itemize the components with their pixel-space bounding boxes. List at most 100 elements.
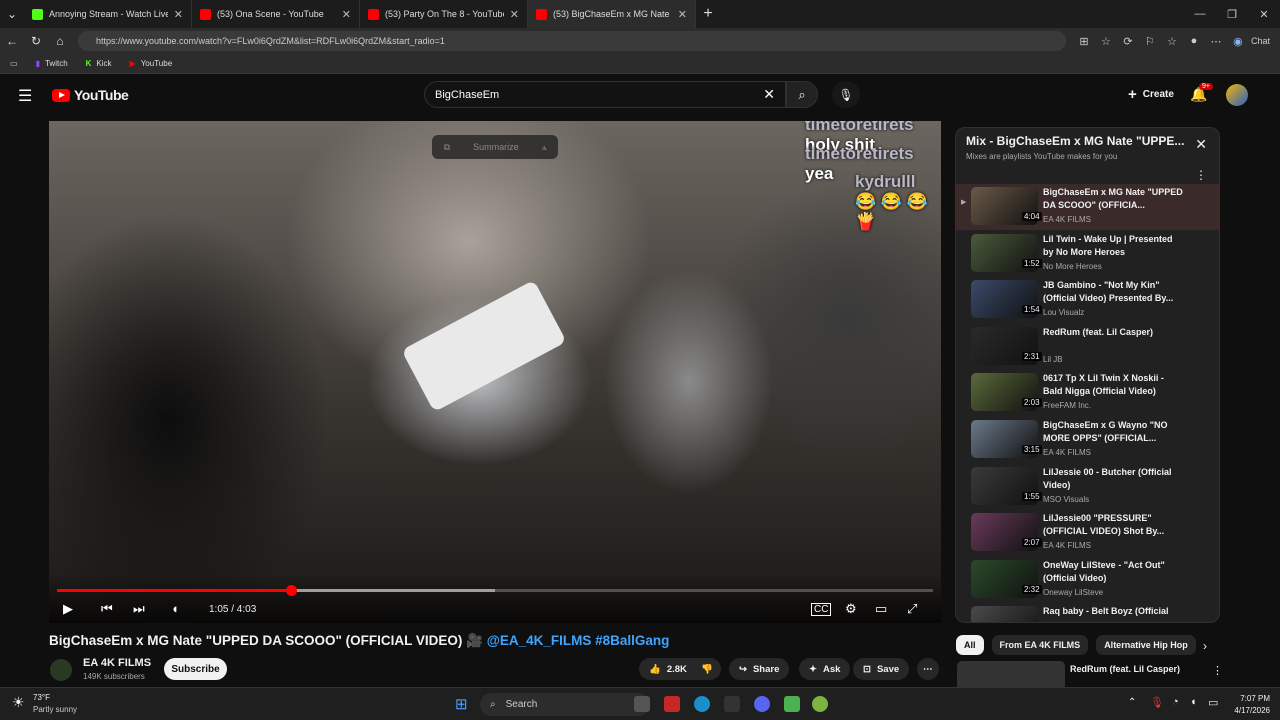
playlist-item[interactable]: 1:54 JB Gambino - "Not My Kin" (Official … xyxy=(956,277,1219,323)
tab-list-icon[interactable]: ⌄ xyxy=(0,2,24,26)
channel-name[interactable]: EA 4K FILMS xyxy=(83,657,151,669)
copilot-icon[interactable]: ◉ xyxy=(1229,35,1247,48)
captions-icon[interactable]: CC xyxy=(811,603,832,616)
app-icon[interactable] xyxy=(784,696,800,712)
like-button[interactable]: 👍 2.8K xyxy=(639,658,697,680)
search-button[interactable]: ⌕ xyxy=(786,81,818,108)
more-icon[interactable]: ⋯ xyxy=(1207,35,1225,48)
system-clock[interactable]: 7:07 PM 4/17/2026 xyxy=(1234,693,1270,717)
windows-start-icon[interactable]: ⊞ xyxy=(455,695,468,713)
playlist-item-title[interactable]: LilJessie00 "PRESSURE" (OFFICIAL VIDEO) … xyxy=(1043,512,1183,538)
video-title-tags[interactable]: @EA_4K_FILMS #8BallGang xyxy=(487,633,670,648)
url-field[interactable]: https://www.youtube.com/watch?v=FLw0i6Qr… xyxy=(78,31,1066,51)
close-playlist-icon[interactable]: ✕ xyxy=(1195,136,1207,153)
favorite-star-icon[interactable]: ☆ xyxy=(1097,35,1115,48)
settings-icon[interactable]: ⚙ xyxy=(845,601,857,617)
back-icon[interactable]: ← xyxy=(0,29,24,53)
tray-chevron-icon[interactable]: ⌃ xyxy=(1128,697,1136,708)
playlist-menu-icon[interactable]: ⋮ xyxy=(1195,168,1207,182)
tab-ona-scene[interactable]: (53) Ona Scene - YouTube ✕ xyxy=(192,0,360,28)
account-avatar[interactable] xyxy=(1226,84,1248,106)
tab-kick[interactable]: Annoying Stream - Watch Live on ✕ xyxy=(24,0,192,28)
sidebar-toggle-icon[interactable]: ▭ xyxy=(10,59,18,68)
playlist-item[interactable]: 2:07 LilJessie00 "PRESSURE" (OFFICIAL VID… xyxy=(956,510,1219,556)
progress-bar[interactable] xyxy=(57,585,933,596)
video-player[interactable]: ⧉ Summarize ꭺ timetoretirets holy shit t… xyxy=(49,121,941,623)
bookmark-youtube[interactable]: ▶ YouTube xyxy=(130,59,173,68)
recommendation-menu-icon[interactable]: ⋮ xyxy=(1212,664,1223,677)
split-screen-icon[interactable]: ⊞ xyxy=(1075,35,1093,48)
recommendation-title[interactable]: RedRum (feat. Lil Casper) xyxy=(1070,664,1180,674)
playlist-item[interactable]: 2:32 OneWay LilSteve - "Act Out" (Officia… xyxy=(956,557,1219,603)
theater-mode-icon[interactable]: ▭ xyxy=(875,601,887,617)
previous-icon[interactable]: ⏮ xyxy=(101,601,113,617)
playlist-item-title[interactable]: Raq baby - Belt Boyz (Official xyxy=(1043,605,1183,618)
discord-icon[interactable] xyxy=(754,696,770,712)
playlist-item[interactable]: Raq baby - Belt Boyz (Official xyxy=(956,603,1219,622)
home-icon[interactable]: ⌂ xyxy=(48,29,72,53)
close-window-icon[interactable]: ✕ xyxy=(1248,0,1280,28)
bookmark-kick[interactable]: K Kick xyxy=(86,59,112,68)
playlist-item-title[interactable]: JB Gambino - "Not My Kin" (Official Vide… xyxy=(1043,279,1183,305)
app-icon[interactable] xyxy=(812,696,828,712)
new-tab-icon[interactable]: + xyxy=(696,2,720,26)
create-button[interactable]: + Create xyxy=(1116,81,1186,108)
close-icon[interactable]: ✕ xyxy=(174,8,183,21)
wifi-icon[interactable]: ◔ xyxy=(1172,696,1179,708)
chip-alt-hip-hop[interactable]: Alternative Hip Hop xyxy=(1096,635,1196,655)
battery-icon[interactable]: ▭ xyxy=(1208,696,1218,709)
playlist-item[interactable]: 1:55 LilJessie 00 - Butcher (Official Vid… xyxy=(956,464,1219,510)
chat-label[interactable]: Chat xyxy=(1251,36,1270,46)
extensions-icon[interactable]: ⟳ xyxy=(1119,35,1137,48)
progress-scrubber[interactable] xyxy=(285,585,297,596)
speaker-icon[interactable]: ◖ xyxy=(1190,696,1197,708)
weather-widget[interactable]: 73°F Partly sunny xyxy=(33,692,77,716)
search-input[interactable]: BigChaseEm ✕ xyxy=(424,81,786,108)
more-actions-button[interactable]: ⋯ xyxy=(917,658,939,680)
save-button[interactable]: ⊡ Save xyxy=(853,658,910,680)
playlist-item[interactable]: 2:31 RedRum (feat. Lil Casper) Lil JB xyxy=(956,324,1219,370)
bookmark-twitch[interactable]: ▮ Twitch xyxy=(36,59,68,68)
playlist-item-title[interactable]: LilJessie 00 - Butcher (Official Video) xyxy=(1043,466,1183,492)
playlist-item[interactable]: 3:15 BigChaseEm x G Wayno "NO MORE OPPS" … xyxy=(956,417,1219,463)
playlist-item-title[interactable]: OneWay LilSteve - "Act Out" (Official Vi… xyxy=(1043,559,1183,585)
channel-avatar[interactable] xyxy=(50,659,72,681)
volume-icon[interactable]: ◖ xyxy=(171,601,179,616)
playlist-item[interactable]: 1:52 Lil Twin - Wake Up | Presented by No… xyxy=(956,231,1219,277)
clear-search-icon[interactable]: ✕ xyxy=(763,86,775,103)
chip-all[interactable]: All xyxy=(956,635,984,655)
close-icon[interactable]: ✕ xyxy=(342,8,351,21)
playlist-thumbnail[interactable] xyxy=(971,606,1038,622)
playlist-item-title[interactable]: RedRum (feat. Lil Casper) xyxy=(1043,326,1183,339)
subscribe-button[interactable]: Subscribe xyxy=(164,658,227,680)
play-icon[interactable]: ▶ xyxy=(63,601,73,617)
share-button[interactable]: ↪ Share xyxy=(729,658,790,680)
collections-icon[interactable]: ⚐ xyxy=(1141,35,1159,48)
minimize-icon[interactable]: — xyxy=(1184,0,1216,28)
dislike-button[interactable]: 👎 xyxy=(693,658,721,680)
restore-icon[interactable]: ❐ xyxy=(1216,0,1248,28)
close-icon[interactable]: ✕ xyxy=(510,8,519,21)
favorites-icon[interactable]: ☆ xyxy=(1163,35,1181,48)
playlist-item[interactable]: ▶ 4:04 BigChaseEm x MG Nate "UPPED DA SCOO… xyxy=(956,184,1219,230)
taskbar-search[interactable]: ⌕ Search xyxy=(480,693,650,716)
playlist-item-title[interactable]: BigChaseEm x MG Nate "UPPED DA SCOOO" (O… xyxy=(1043,186,1183,212)
profile-icon[interactable]: ● xyxy=(1185,35,1203,47)
ask-button[interactable]: ✦ Ask xyxy=(799,658,851,680)
file-explorer-icon[interactable] xyxy=(634,696,650,712)
tab-party-on-the-8[interactable]: (53) Party On The 8 - YouTube ✕ xyxy=(360,0,528,28)
terminal-icon[interactable] xyxy=(724,696,740,712)
youtube-logo[interactable]: YouTube xyxy=(52,87,129,103)
microphone-icon[interactable]: 🎙 xyxy=(1150,696,1164,709)
playlist-item[interactable]: 2:03 0617 Tp X Lil Twin X Noskii - Bald N… xyxy=(956,370,1219,416)
close-icon[interactable]: ✕ xyxy=(678,8,687,21)
fullscreen-icon[interactable]: ⤢ xyxy=(907,601,917,617)
playlist-item-title[interactable]: BigChaseEm x G Wayno "NO MORE OPPS" (OFF… xyxy=(1043,419,1183,445)
summarize-button[interactable]: Summarize xyxy=(473,142,519,152)
playlist-item-title[interactable]: 0617 Tp X Lil Twin X Noskii - Bald Nigga… xyxy=(1043,372,1183,398)
edge-icon[interactable] xyxy=(694,696,710,712)
acrobat-icon[interactable] xyxy=(664,696,680,712)
playlist-item-title[interactable]: Lil Twin - Wake Up | Presented by No Mor… xyxy=(1043,233,1183,259)
voice-search-button[interactable]: 🎙 xyxy=(832,81,860,108)
translate-icon[interactable]: ꭺ xyxy=(542,142,547,153)
